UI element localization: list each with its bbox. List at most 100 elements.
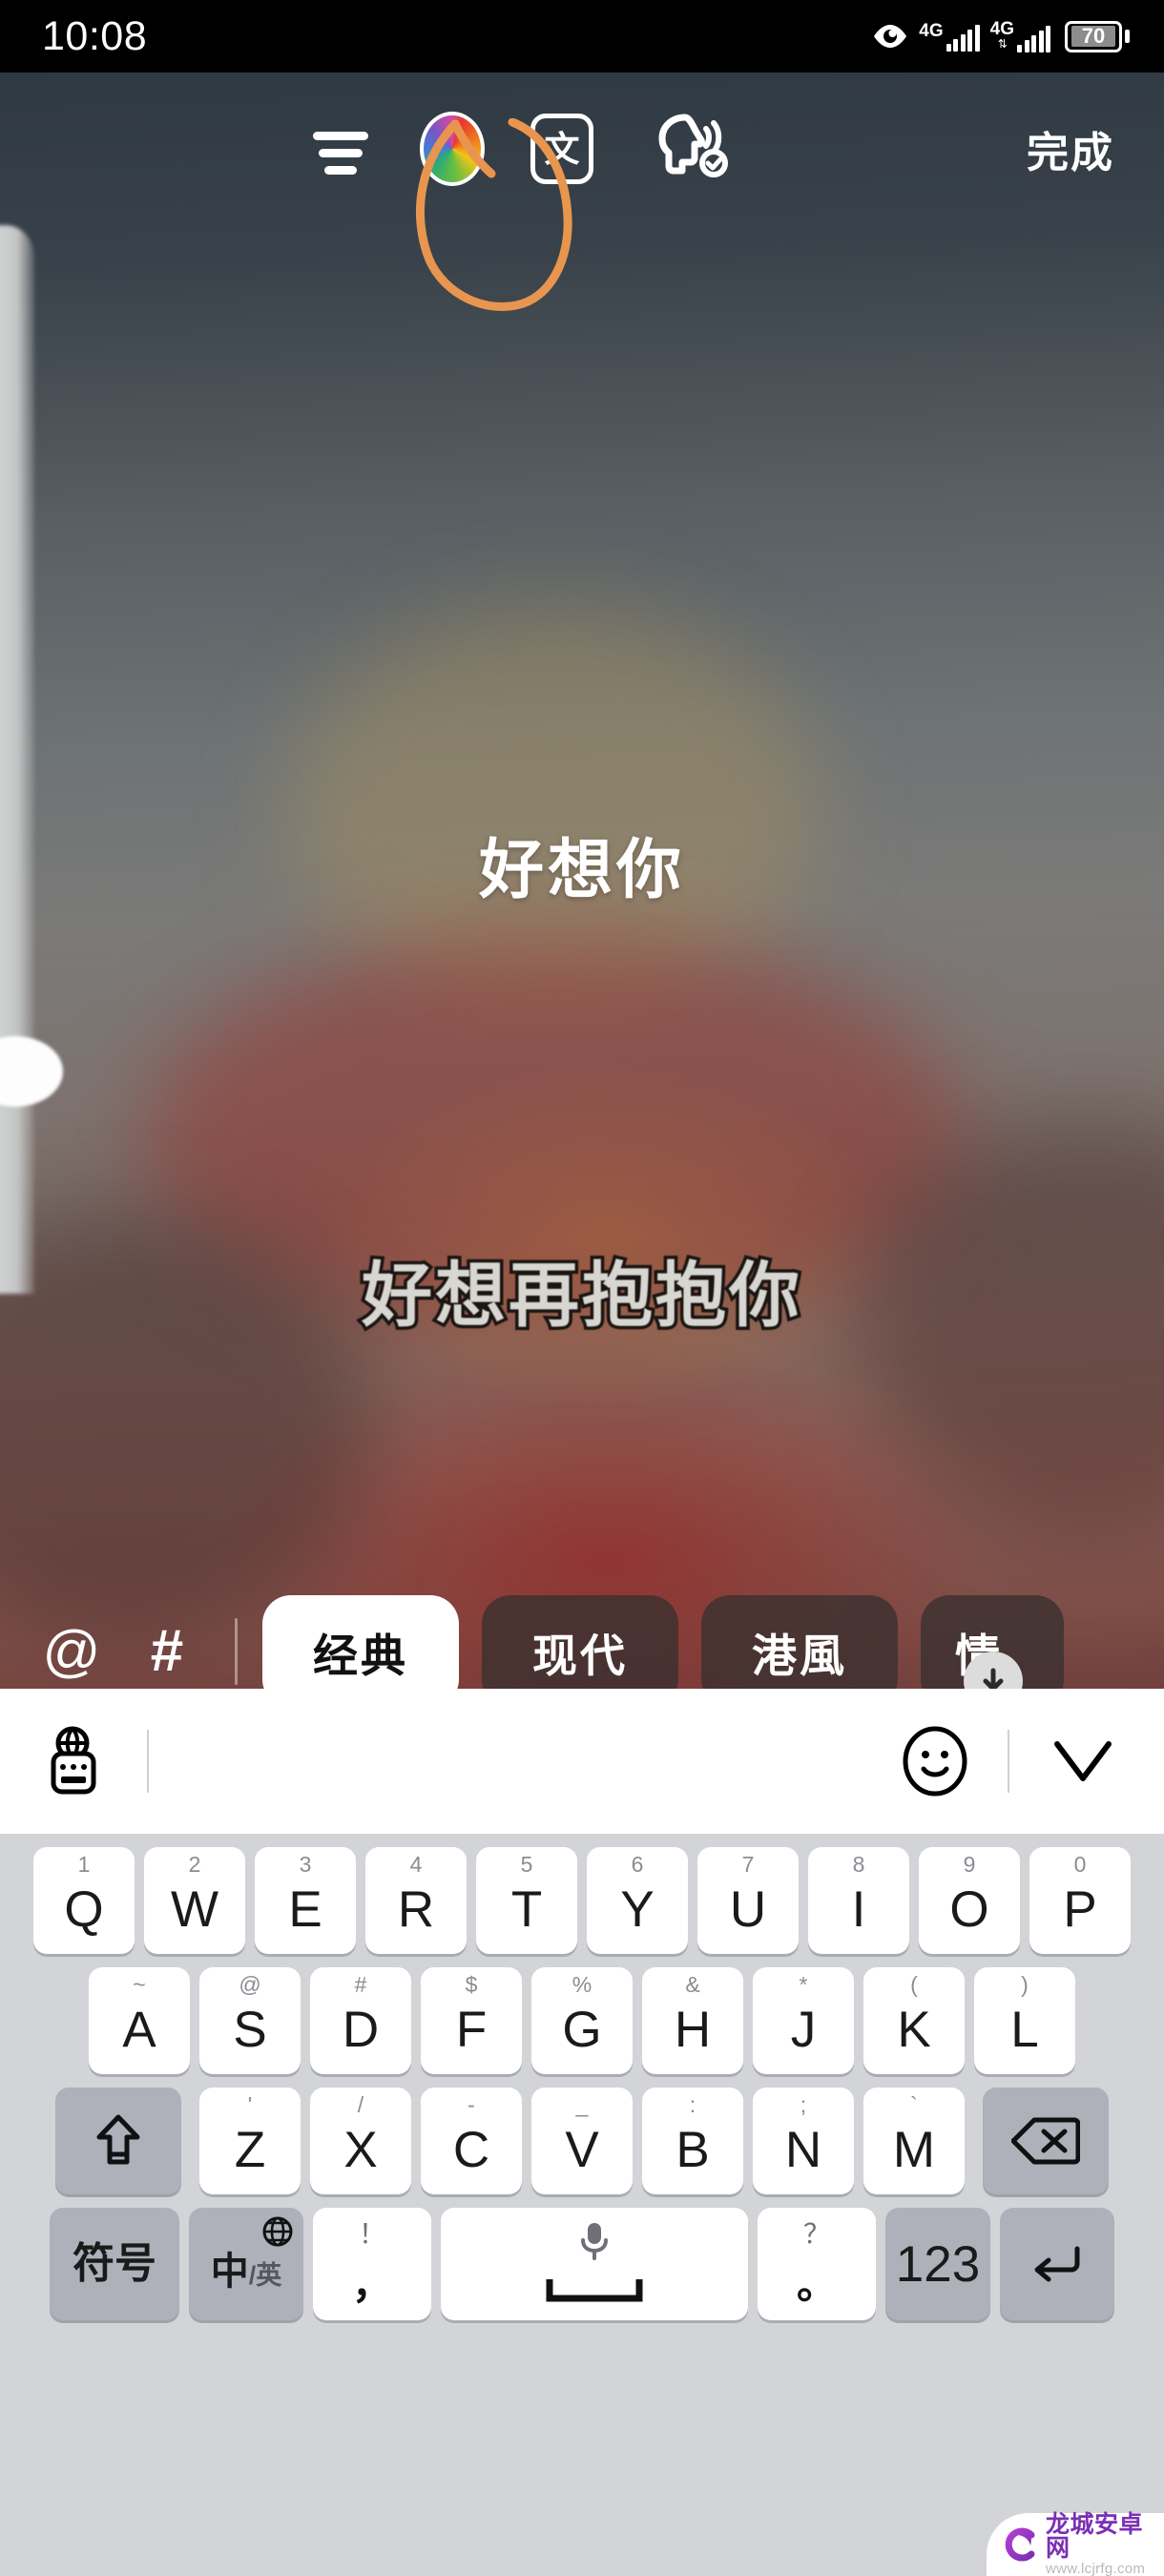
key-label: D <box>342 2001 380 2058</box>
style-chip-hongkong[interactable]: 港風 <box>701 1595 898 1689</box>
key-t[interactable]: 5T <box>476 1847 577 1954</box>
status-bar: 10:08 4G 4G ⇅ 70 <box>0 0 1164 73</box>
key-w[interactable]: 2W <box>144 1847 245 1954</box>
photo-canvas[interactable]: 文 完成 好想你 好想再抱抱你 @ # 经典 现代 港風 <box>0 73 1164 1689</box>
globe-keyboard-icon[interactable] <box>40 1725 111 1797</box>
key-label: K <box>897 2001 931 2058</box>
watermark-name: 龙城安卓网 <box>1046 2510 1144 2563</box>
key-h[interactable]: & H <box>642 1967 743 2074</box>
style-chip-modern[interactable]: 现代 <box>482 1595 678 1689</box>
numbers-key[interactable]: 123 <box>885 2208 990 2320</box>
background-light-band <box>0 225 34 1294</box>
key-y[interactable]: 6Y <box>587 1847 688 1954</box>
backspace-key[interactable] <box>983 2088 1109 2194</box>
globe-icon <box>261 2215 294 2253</box>
chevron-down-icon[interactable] <box>1048 1736 1118 1786</box>
key-label: S <box>233 2001 267 2058</box>
microphone-icon <box>575 2219 613 2270</box>
symbols-key-label: 符号 <box>73 2240 156 2287</box>
key-sup: : <box>689 2092 696 2117</box>
key-r[interactable]: 4R <box>365 1847 467 1954</box>
mention-icon[interactable]: @ <box>34 1614 109 1689</box>
background-light-ellipse <box>0 1036 63 1107</box>
enter-return-icon <box>1034 2246 1080 2282</box>
comma-key[interactable]: ！ ， <box>313 2208 431 2320</box>
status-icons: 4G 4G ⇅ 70 <box>872 20 1130 52</box>
key-j[interactable]: * J <box>753 1967 854 2074</box>
key-l[interactable]: ) L <box>974 1967 1075 2074</box>
key-sup: ` <box>910 2092 918 2117</box>
hashtag-icon[interactable]: # <box>130 1614 204 1689</box>
key-label: X <box>343 2121 378 2178</box>
key-p[interactable]: 0P <box>1029 1847 1131 1954</box>
key-f[interactable]: $ F <box>421 1967 522 2074</box>
smiley-icon[interactable] <box>901 1725 969 1797</box>
key-sup: ) <box>1021 1972 1029 1997</box>
key-label: O <box>949 1880 989 1938</box>
key-label: F <box>455 2001 488 2058</box>
backspace-icon <box>1011 2117 1080 2165</box>
key-q[interactable]: 1Q <box>33 1847 135 1954</box>
keyboard-toolbar-divider-left <box>147 1730 149 1793</box>
style-chip-classic[interactable]: 经典 <box>262 1595 459 1689</box>
color-wheel-icon[interactable] <box>420 112 485 186</box>
done-button[interactable]: 完成 <box>1027 118 1126 179</box>
key-sup: 0 <box>1073 1852 1087 1877</box>
symbols-key[interactable]: 符号 <box>50 2208 179 2320</box>
editor-toolbar: 文 完成 <box>0 73 1164 225</box>
screen-root: 10:08 4G 4G ⇅ 70 文 完成 好想你 好想再抱抱你 @ # 经典 … <box>0 0 1164 2576</box>
key-s[interactable]: @ S <box>199 1967 301 2074</box>
canvas-text-secondary[interactable]: 好想再抱抱你 <box>0 1238 1164 1340</box>
key-e[interactable]: 3E <box>255 1847 356 1954</box>
space-key[interactable] <box>441 2208 748 2320</box>
key-sup: * <box>799 1972 808 1997</box>
key-b[interactable]: :B <box>642 2088 743 2194</box>
language-toggle-key[interactable]: 中/英 <box>189 2208 303 2320</box>
network-indicator-2: 4G ⇅ <box>990 20 1050 52</box>
key-label: P <box>1063 1880 1097 1938</box>
key-i[interactable]: 8I <box>808 1847 909 1954</box>
key-sup: 9 <box>963 1852 976 1877</box>
key-x[interactable]: / X <box>310 2088 411 2194</box>
key-a[interactable]: ~ A <box>89 1967 190 2074</box>
period-key[interactable]: ？ 。 <box>758 2208 876 2320</box>
key-d[interactable]: # D <box>310 1967 411 2074</box>
key-sup: 1 <box>77 1852 91 1877</box>
key-u[interactable]: 7U <box>697 1847 799 1954</box>
key-c[interactable]: -C <box>421 2088 522 2194</box>
enter-key[interactable] <box>1000 2208 1114 2320</box>
canvas-text-primary[interactable]: 好想你 <box>0 817 1164 911</box>
key-label: E <box>288 1880 322 1938</box>
bokeh-gold <box>286 607 821 1008</box>
data-arrows-icon: ⇅ <box>997 37 1008 51</box>
key-m[interactable]: ` M <box>863 2088 965 2194</box>
key-label: C <box>452 2121 490 2178</box>
key-o[interactable]: 9O <box>919 1847 1020 1954</box>
keyboard-toolbar-divider-right <box>1008 1730 1009 1793</box>
key-g[interactable]: % G <box>531 1967 633 2074</box>
translate-button[interactable]: 文 <box>530 114 593 184</box>
status-time: 10:08 <box>42 12 148 59</box>
key-label: W <box>170 1880 219 1938</box>
key-label: N <box>784 2121 822 2178</box>
shift-arrow-icon <box>96 2114 140 2165</box>
key-v[interactable]: _ V <box>531 2088 633 2194</box>
keyboard: 1Q 2W 3E 4R 5T 6Y 7U 8I 9O 0P ~ A @ S # D $… <box>0 1689 1164 2576</box>
key-sup: / <box>357 2092 364 2117</box>
keyboard-row-4: 符号 中/英 ！ ， ？ 。 123 <box>6 2208 1158 2320</box>
key-sup: ; <box>800 2092 807 2117</box>
key-label: H <box>674 2001 712 2058</box>
shift-key[interactable] <box>55 2088 181 2194</box>
key-k[interactable]: (K <box>863 1967 965 2074</box>
key-sup: - <box>468 2092 475 2117</box>
period-key-sup: ？ <box>802 2219 830 2249</box>
key-n[interactable]: ; N <box>753 2088 854 2194</box>
key-label: B <box>676 2121 710 2178</box>
hamburger-menu-icon[interactable] <box>305 114 376 184</box>
key-sup: 5 <box>520 1852 533 1877</box>
key-z[interactable]: ' Z <box>199 2088 301 2194</box>
key-sup: 6 <box>631 1852 644 1877</box>
voice-button[interactable] <box>643 108 735 190</box>
key-label: Q <box>64 1880 104 1938</box>
period-key-label: 。 <box>796 2262 837 2307</box>
